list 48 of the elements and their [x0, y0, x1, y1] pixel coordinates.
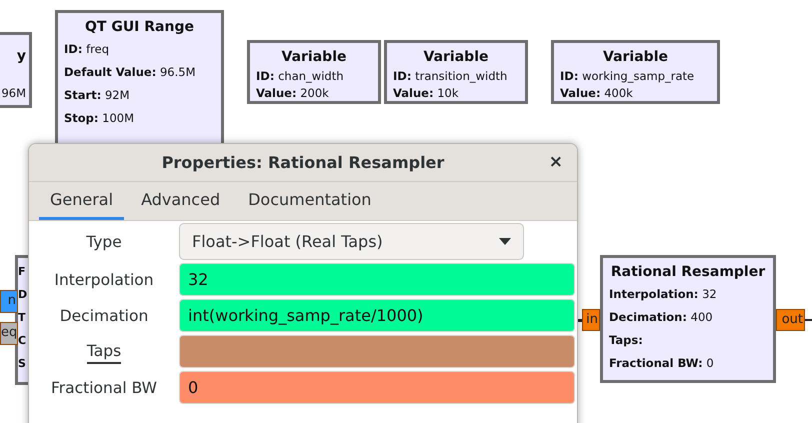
block-parameter: Stop: 100M — [64, 110, 136, 127]
block-title: Variable — [280, 48, 348, 66]
parameter-label: Fractional BW — [50, 378, 157, 396]
tab[interactable]: Advanced — [130, 182, 232, 220]
block-parameter: Default Value: 96.5M — [64, 64, 196, 81]
port[interactable]: n — [0, 290, 18, 313]
input-field[interactable] — [179, 335, 575, 368]
type-dropdown[interactable]: Float->Float (Real Taps) — [179, 223, 524, 260]
input-field[interactable]: 32 — [179, 263, 575, 296]
block-parameter: C — [18, 333, 28, 349]
block-title: y — [16, 47, 26, 65]
flowgraph-block[interactable]: Variable ID: working_samp_rate Value: 400k — [551, 40, 720, 104]
port[interactable]: eq — [0, 322, 18, 345]
tab[interactable]: Documentation — [237, 182, 382, 220]
parameter-label: Interpolation — [54, 270, 154, 288]
block-title: QT GUI Range — [84, 18, 195, 36]
block-parameter: ID: working_samp_rate — [560, 68, 696, 85]
block-parameter: Value: 200k — [256, 85, 330, 102]
flowgraph-block[interactable]: Rational Resampler Interpolation: 32 Decimation: 400 Taps: Fractional BW: 0 — [600, 255, 776, 383]
input-field[interactable]: 0 — [179, 371, 575, 404]
block-title: Variable — [602, 48, 669, 66]
block-parameter: D — [18, 287, 28, 303]
parameter-label: Decimation — [60, 306, 148, 324]
block-parameter: Start: 92M — [64, 87, 131, 104]
block-parameter: S — [18, 356, 27, 372]
close-button[interactable]: × — [544, 152, 567, 172]
port[interactable]: out — [776, 309, 805, 331]
block-parameter: Interpolation: 32 — [609, 286, 718, 303]
block-parameter: ID: chan_width — [256, 68, 344, 85]
block-parameter: Value: 400k — [560, 85, 634, 102]
block-parameter: Decimation: 400 — [609, 309, 714, 326]
flowgraph-block[interactable]: Variable ID: chan_width Value: 200k — [247, 40, 381, 104]
parameter-label: Type — [86, 232, 122, 250]
flowgraph-block[interactable]: y 96M — [0, 32, 32, 108]
flowgraph-block[interactable]: Variable ID: transition_width Value: 10k — [384, 40, 528, 104]
block-parameter: Value: 10k — [393, 85, 460, 102]
block-parameter: ID: transition_width — [393, 68, 508, 85]
port[interactable]: in — [582, 309, 600, 331]
parameter-label: Taps — [86, 340, 122, 364]
block-parameter: Taps: — [609, 332, 644, 349]
input-field[interactable]: int(working_samp_rate/1000) — [179, 299, 575, 332]
block-parameter: 96M — [0, 85, 26, 102]
block-parameter: ID: freq — [64, 41, 110, 58]
block-title: Variable — [422, 48, 490, 66]
tab[interactable]: General — [39, 182, 124, 220]
block-parameter: Fractional BW: 0 — [609, 355, 715, 372]
caret-icon — [499, 238, 511, 245]
block-title: Rational Resampler — [610, 263, 766, 281]
